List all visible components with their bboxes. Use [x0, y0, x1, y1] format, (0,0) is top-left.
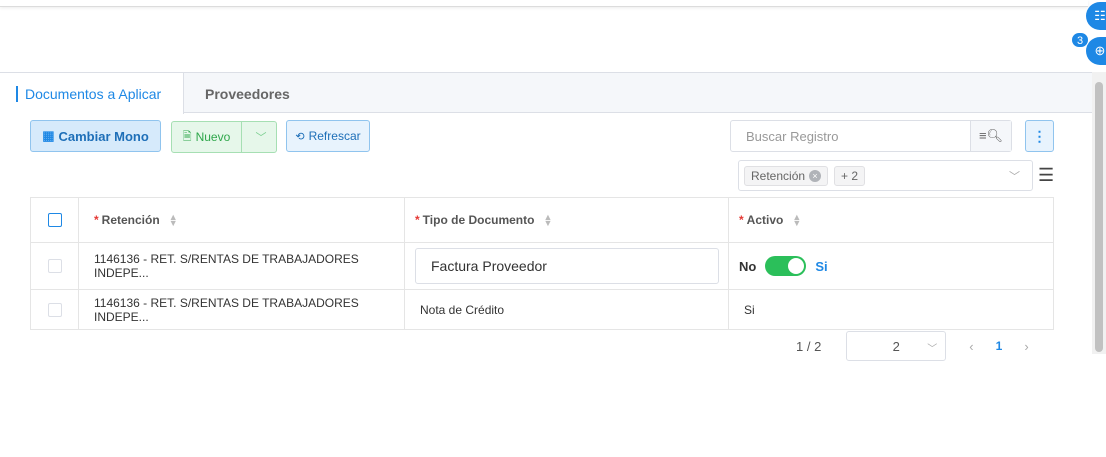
search-box: ≡🔍︎: [730, 120, 1012, 152]
cambiar-mono-button[interactable]: ▦ Cambiar Mono: [30, 120, 161, 152]
required-marker: *: [739, 213, 744, 227]
notification-badge: 3: [1071, 32, 1089, 48]
row-checkbox[interactable]: [47, 302, 62, 317]
activo-cell[interactable]: Si: [729, 290, 1053, 329]
required-marker: *: [415, 213, 420, 227]
retencion-cell[interactable]: 1146136 - RET. S/RENTAS DE TRABAJADORES …: [79, 243, 405, 289]
table-header: * Retención ▲ ▼ * Tipo de Documento ▲ ▼ * …: [31, 198, 1053, 243]
tab-documentos-a-aplicar[interactable]: Documentos a Aplicar: [0, 73, 184, 114]
header-label: Tipo de Documento: [422, 213, 535, 227]
close-icon[interactable]: ×: [809, 169, 822, 182]
nuevo-button[interactable]: 🗎 Nuevo: [172, 122, 242, 152]
tab-proveedores[interactable]: Proveedores: [205, 73, 290, 113]
header-label: Retención: [101, 213, 160, 227]
chevron-down-icon: ﹀: [255, 132, 267, 144]
search-input[interactable]: [731, 121, 970, 151]
search-button[interactable]: ≡🔍︎: [970, 121, 1011, 151]
nuevo-dropdown-button[interactable]: ﹀: [246, 122, 276, 152]
filter-chip-retencion: Retención ×: [744, 165, 829, 186]
refrescar-button[interactable]: ⟲ Refrescar: [286, 120, 370, 152]
table-row[interactable]: 1146136 - RET. S/RENTAS DE TRABAJADORES …: [31, 243, 1053, 290]
select-all-checkbox[interactable]: [47, 213, 62, 227]
current-page[interactable]: 1: [996, 339, 1003, 353]
row-select-cell: [31, 243, 79, 289]
prev-page-icon[interactable]: ‹: [969, 339, 973, 354]
row-checkbox[interactable]: [47, 259, 62, 273]
header-activo[interactable]: * Activo ▲ ▼: [729, 198, 1053, 242]
table-icon: ▦: [42, 128, 55, 143]
chip-label: Retención: [751, 168, 806, 183]
scrollbar-thumb[interactable]: [1095, 82, 1103, 352]
pagination: 1 / 2 2 ﹀ ‹ 1 ›: [796, 331, 1029, 361]
zoom-in-icon: ⊕: [1094, 43, 1106, 58]
table-row[interactable]: 1146136 - RET. S/RENTAS DE TRABAJADORES …: [31, 290, 1053, 329]
refrescar-label: Refrescar: [308, 129, 361, 143]
nuevo-label: Nuevo: [195, 130, 231, 144]
toggle-knob: [788, 258, 805, 274]
vertical-dots-icon: ⋮: [1032, 127, 1047, 144]
sort-icon[interactable]: ▲ ▼: [169, 213, 178, 228]
retencion-cell[interactable]: 1146136 - RET. S/RENTAS DE TRABAJADORES …: [79, 290, 405, 329]
next-page-icon[interactable]: ›: [1024, 339, 1028, 354]
main-panel: Documentos a Aplicar Proveedores ▦ Cambi…: [0, 72, 1092, 361]
switch-on-label: Si: [815, 258, 828, 274]
top-bar: [0, 0, 1088, 7]
header-retencion[interactable]: * Retención ▲ ▼: [79, 198, 405, 242]
scrollbar[interactable]: [1092, 72, 1106, 354]
search-list-icon: ≡🔍︎: [978, 128, 1004, 143]
zoom-fab[interactable]: ⊕: [1086, 37, 1106, 65]
page-size-select[interactable]: 2 ﹀: [846, 331, 947, 361]
tipo-documento-cell[interactable]: Nota de Crédito: [405, 290, 729, 329]
activo-toggle[interactable]: [765, 256, 807, 276]
sort-icon[interactable]: ▲ ▼: [792, 213, 801, 228]
tipo-documento-input[interactable]: Factura Proveedor: [415, 248, 719, 284]
select-all-cell: [31, 198, 79, 242]
header-tipo-documento[interactable]: * Tipo de Documento ▲ ▼: [405, 198, 729, 242]
filter-chip-more: + 2: [834, 165, 866, 186]
record-count: 1 / 2: [796, 338, 822, 354]
chevron-down-icon: ﹀: [927, 344, 938, 355]
nuevo-split-button: 🗎 Nuevo ﹀: [171, 121, 277, 153]
document-icon: 🗎: [182, 130, 192, 143]
tab-bar: Documentos a Aplicar Proveedores: [0, 73, 1092, 114]
chevron-down-icon: ﹀: [1009, 171, 1020, 183]
column-list-icon[interactable]: ☰: [1038, 165, 1054, 186]
data-table: * Retención ▲ ▼ * Tipo de Documento ▲ ▼ * …: [30, 197, 1054, 330]
sort-icon[interactable]: ▲ ▼: [543, 213, 552, 228]
column-filter-select[interactable]: Retención × + 2 ﹀: [738, 160, 1033, 191]
switch-off-label: No: [739, 258, 757, 274]
more-options-button[interactable]: ⋮: [1025, 120, 1054, 152]
required-marker: *: [94, 213, 99, 227]
activo-switch-group: No Si: [739, 256, 828, 276]
page-size-value: 2: [892, 338, 900, 354]
cambiar-mono-label: Cambiar Mono: [58, 128, 149, 144]
list-view-fab[interactable]: ☷: [1086, 2, 1106, 30]
row-select-cell: [31, 290, 79, 329]
activo-cell: No Si: [729, 243, 1053, 289]
tipo-documento-cell: Factura Proveedor: [405, 243, 729, 289]
refresh-icon: ⟲: [295, 130, 305, 143]
list-icon: ☷: [1094, 8, 1106, 23]
chip-label: + 2: [841, 168, 859, 183]
header-label: Activo: [746, 213, 784, 227]
